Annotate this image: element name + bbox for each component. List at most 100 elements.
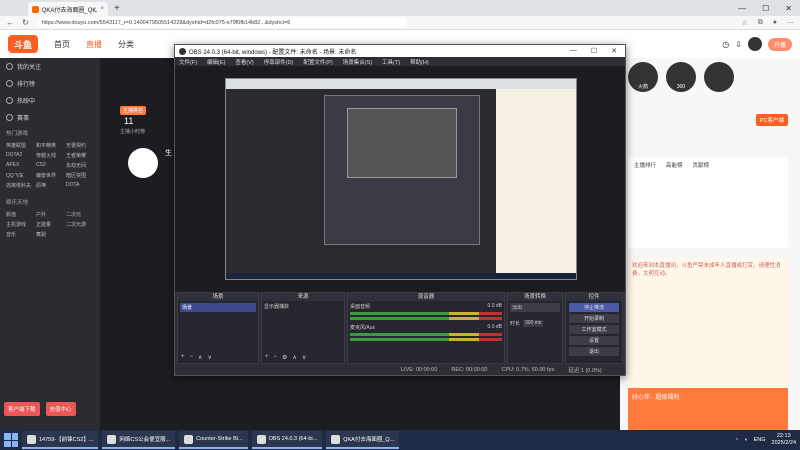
game-link[interactable]: 王者荣耀 bbox=[66, 152, 94, 159]
menu-edit[interactable]: 编辑(E) bbox=[207, 58, 225, 66]
taskbar-app[interactable]: Counter-Strike Bl... bbox=[179, 431, 248, 449]
game-link[interactable]: DOTA bbox=[66, 182, 94, 189]
nav-live[interactable]: 直播 bbox=[86, 39, 102, 50]
taskbar-app[interactable]: 14759-【前锋CS2】... bbox=[22, 431, 99, 449]
up-icon[interactable]: ∧ bbox=[292, 354, 296, 361]
gear-icon[interactable]: ⚙ bbox=[282, 354, 287, 361]
game-link[interactable]: 魔兽世界 bbox=[36, 172, 64, 179]
mixer-dock: 混音器 桌面音频 0.0 dB 麦克风/Aux 0.0 dB bbox=[347, 292, 505, 364]
tab-high-energy[interactable]: 高能榜 bbox=[666, 161, 683, 169]
profile-icon[interactable]: ● bbox=[773, 19, 777, 27]
new-tab-icon[interactable]: + bbox=[114, 3, 120, 14]
language-indicator[interactable]: ENG bbox=[754, 437, 766, 443]
remove-icon[interactable]: − bbox=[274, 354, 278, 361]
ent-link[interactable]: 二次元游 bbox=[66, 221, 94, 228]
gift-rocket[interactable]: 火箭 bbox=[628, 62, 658, 92]
game-link[interactable]: APEX bbox=[6, 162, 34, 169]
volume-icon[interactable]: ◖ bbox=[744, 437, 747, 443]
windows-start-icon[interactable] bbox=[4, 433, 18, 447]
gift-300[interactable]: 300 bbox=[666, 62, 696, 92]
ent-link[interactable]: 户外 bbox=[36, 211, 64, 218]
taskbar-app[interactable]: OBS 24.0.3 (64-bi... bbox=[251, 431, 323, 449]
studio-mode-button[interactable]: 工作室模式 bbox=[569, 325, 619, 334]
menu-file[interactable]: 文件(F) bbox=[179, 58, 197, 66]
game-link[interactable]: 暗区突围 bbox=[66, 172, 94, 179]
obs-maximize-icon[interactable]: ☐ bbox=[591, 47, 597, 55]
taskbar-app[interactable]: QKA付去海面圈_Q... bbox=[326, 431, 400, 449]
menu-scene-collection[interactable]: 场景集合(S) bbox=[343, 58, 372, 66]
back-icon[interactable]: ← bbox=[6, 18, 14, 27]
stop-streaming-button[interactable]: 停止推流 bbox=[569, 303, 619, 312]
sidebar-item-movies[interactable]: 热映中 bbox=[0, 92, 100, 109]
remove-icon[interactable]: − bbox=[190, 354, 194, 361]
exit-button[interactable]: 退出 bbox=[569, 347, 619, 356]
duration-input[interactable]: 300 ms bbox=[523, 320, 544, 327]
download-icon[interactable]: ⇩ bbox=[735, 40, 742, 49]
menu-help[interactable]: 帮助(H) bbox=[410, 58, 429, 66]
down-icon[interactable]: ∨ bbox=[302, 354, 306, 361]
up-icon[interactable]: ∧ bbox=[198, 354, 202, 361]
tab-contribution[interactable]: 贡献榜 bbox=[693, 161, 710, 169]
scene-item[interactable]: 场景 bbox=[180, 303, 256, 312]
url-input[interactable]: https://www.douyu.com/5543117_r=0.140047… bbox=[36, 17, 407, 28]
menu-docks[interactable]: 停靠部件(D) bbox=[264, 58, 294, 66]
sidebar-item-follow[interactable]: 我的关注 bbox=[0, 58, 100, 75]
game-link[interactable]: 和平精英 bbox=[36, 142, 64, 149]
menu-tools[interactable]: 工具(T) bbox=[382, 58, 400, 66]
game-link[interactable]: 原神 bbox=[36, 182, 64, 189]
menu-profile[interactable]: 配置文件(P) bbox=[303, 58, 332, 66]
douyu-logo[interactable]: 斗鱼 bbox=[8, 35, 38, 53]
sidebar-item-rank[interactable]: 排行榜 bbox=[0, 75, 100, 92]
nav-category[interactable]: 分类 bbox=[118, 39, 134, 50]
add-icon[interactable]: + bbox=[181, 354, 185, 361]
ent-link[interactable]: 颜值 bbox=[6, 211, 34, 218]
ent-link[interactable]: 主机游戏 bbox=[6, 221, 34, 228]
recharge-button[interactable]: 充值中心 bbox=[45, 402, 76, 416]
tab-close-icon[interactable]: × bbox=[100, 6, 104, 12]
menu-view[interactable]: 查看(V) bbox=[235, 58, 253, 66]
tab-anchor-rank[interactable]: 主播排行 bbox=[634, 161, 656, 169]
minimize-icon[interactable]: — bbox=[738, 4, 746, 13]
star-icon[interactable]: ☆ bbox=[741, 19, 747, 27]
game-link[interactable]: 逃离塔科夫 bbox=[6, 182, 34, 189]
start-recording-button[interactable]: 开始录制 bbox=[569, 314, 619, 323]
obs-preview[interactable] bbox=[175, 66, 625, 292]
gift-other[interactable] bbox=[704, 62, 734, 92]
sidebar-item-events[interactable]: 赛事 bbox=[0, 109, 100, 126]
ent-link[interactable]: 音乐 bbox=[6, 231, 34, 238]
game-link[interactable]: DOTA2 bbox=[6, 152, 34, 159]
maximize-icon[interactable]: ☐ bbox=[762, 4, 769, 13]
client-download-button[interactable]: 客户端下载 bbox=[4, 402, 40, 416]
clock[interactable]: 22:13 2025/2/24 bbox=[772, 433, 796, 447]
user-avatar[interactable] bbox=[747, 37, 762, 51]
history-icon[interactable]: ◷ bbox=[722, 40, 729, 49]
obs-minimize-icon[interactable]: — bbox=[570, 47, 577, 55]
ent-link[interactable]: 舞蹈 bbox=[36, 231, 64, 238]
game-link[interactable]: 无畏契约 bbox=[66, 142, 94, 149]
promo-banner[interactable]: 好心伴 · 超级福利 bbox=[628, 388, 788, 430]
nav-home[interactable]: 首页 bbox=[54, 39, 70, 50]
menu-icon[interactable]: ⋯ bbox=[787, 19, 794, 27]
source-item[interactable]: 显示器捕获 bbox=[264, 303, 342, 310]
game-link[interactable]: 永劫无间 bbox=[66, 162, 94, 169]
transition-select[interactable]: 淡出 bbox=[510, 303, 560, 312]
ent-link[interactable]: 二次元 bbox=[66, 211, 94, 218]
close-window-icon[interactable]: ✕ bbox=[785, 4, 792, 13]
network-icon[interactable]: ◔ bbox=[735, 437, 738, 443]
ent-link[interactable]: 正能量 bbox=[36, 221, 64, 228]
add-icon[interactable]: + bbox=[265, 354, 269, 361]
game-link[interactable]: QQ飞车 bbox=[6, 172, 34, 179]
game-link[interactable]: CS2 bbox=[36, 162, 64, 169]
open-live-button[interactable]: 开播 bbox=[767, 37, 792, 51]
settings-button[interactable]: 设置 bbox=[569, 336, 619, 345]
streamer-avatar[interactable] bbox=[128, 148, 158, 178]
obs-close-icon[interactable]: ✕ bbox=[611, 47, 617, 55]
game-link[interactable]: 穿越火线 bbox=[36, 152, 64, 159]
browser-tab[interactable]: QKA付去海面圈_QKA付去海面园 × bbox=[28, 2, 108, 16]
down-icon[interactable]: ∨ bbox=[207, 354, 211, 361]
game-link[interactable]: 英雄联盟 bbox=[6, 142, 34, 149]
pc-client-button[interactable]: PC客户端 bbox=[755, 114, 788, 126]
refresh-icon[interactable]: ↻ bbox=[22, 18, 29, 27]
extensions-icon[interactable]: ⧉ bbox=[758, 19, 763, 27]
taskbar-app[interactable]: 网络CS公会便宜服... bbox=[102, 431, 176, 449]
